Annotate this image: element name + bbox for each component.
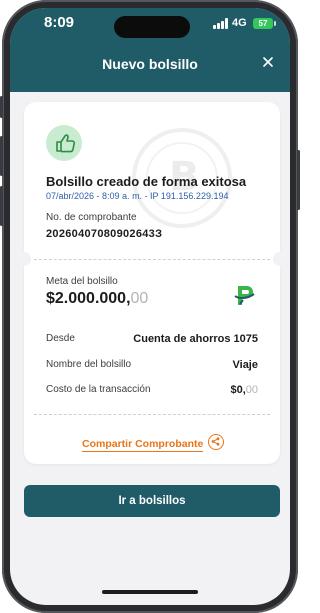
transaction-cost-decimals: 00 — [245, 384, 258, 396]
card-notch-right — [273, 252, 287, 266]
status-time: 8:09 — [44, 14, 75, 31]
header-band: 8:09 4G 57 Nuevo bolsillo — [10, 8, 290, 92]
success-title: Bolsillo creado de forma exitosa — [46, 174, 247, 189]
page-title: Nuevo bolsillo — [102, 56, 198, 72]
goal-amount-decimals: 00 — [130, 290, 149, 307]
pocket-name-value: Viaje — [232, 359, 259, 371]
goal-amount-integer: $2.000.000, — [46, 290, 131, 307]
goal-label: Meta del bolsillo — [46, 276, 118, 287]
pocket-name-label: Nombre del bolsillo — [46, 359, 132, 370]
power-button — [297, 150, 300, 210]
from-value: Cuenta de ahorros 1075 — [133, 333, 258, 345]
card-notch-left — [17, 252, 31, 266]
share-receipt-link[interactable]: Compartir Comprobante — [82, 438, 204, 452]
transaction-cost-integer: $0, — [230, 384, 246, 396]
go-to-pockets-button[interactable]: Ir a bolsillos — [24, 485, 280, 517]
home-indicator — [102, 590, 198, 594]
transaction-meta: 07/abr/2026 - 8:09 a. m. - IP 191.156.22… — [46, 191, 229, 201]
share-icon — [211, 437, 220, 446]
close-icon — [263, 57, 273, 67]
network-type: 4G — [232, 17, 247, 29]
signal-icon — [213, 18, 229, 29]
close-button[interactable] — [260, 54, 276, 70]
from-label: Desde — [46, 333, 75, 344]
transaction-cost-label: Costo de la transacción — [46, 384, 151, 395]
volume-down-button — [0, 186, 3, 226]
volume-up-button — [0, 136, 3, 176]
share-button[interactable] — [208, 434, 224, 450]
bank-logo-icon — [234, 286, 255, 305]
thumbs-up-icon — [56, 134, 76, 153]
success-badge — [46, 125, 82, 161]
battery-level: 57 — [258, 19, 268, 28]
goal-amount: $2.000.000,00 — [46, 290, 148, 308]
dynamic-island — [114, 16, 190, 38]
divider — [34, 259, 270, 260]
receipt-number: 20260407080902643З — [46, 228, 163, 240]
screen: 8:09 4G 57 Nuevo bolsillo B Bolsillo cre… — [10, 8, 290, 605]
divider — [34, 414, 270, 415]
mute-switch — [0, 96, 3, 118]
battery-icon: 57 — [253, 18, 276, 29]
receipt-number-label: No. de comprobante — [46, 212, 137, 223]
status-bar: 8:09 4G 57 — [10, 8, 290, 38]
phone-frame: 8:09 4G 57 Nuevo bolsillo B Bolsillo cre… — [0, 0, 300, 613]
transaction-cost-value: $0,00 — [230, 384, 258, 396]
receipt-card: B Bolsillo creado de forma exitosa 07/ab… — [17, 102, 287, 464]
